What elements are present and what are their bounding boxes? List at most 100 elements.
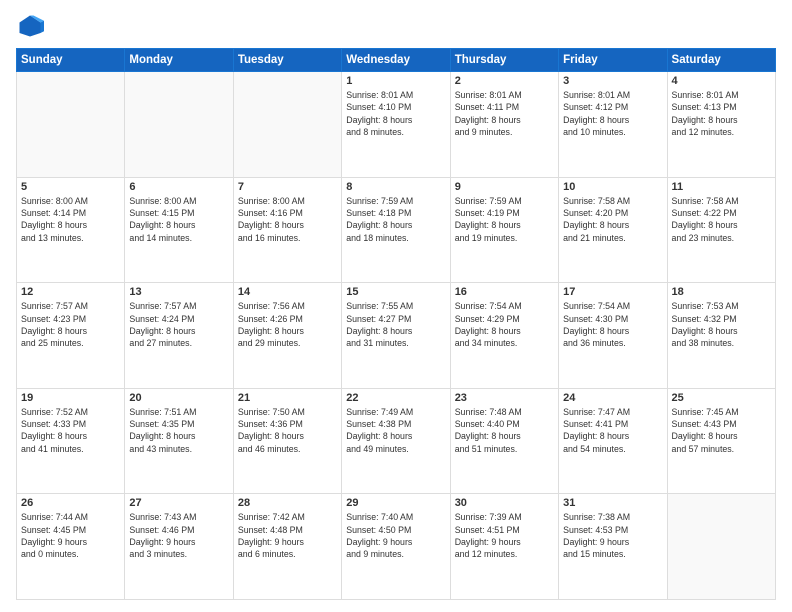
calendar-cell: 13 Sunrise: 7:57 AM Sunset: 4:24 PM Dayli… bbox=[125, 283, 233, 389]
cell-content: Sunrise: 7:47 AM Sunset: 4:41 PM Dayligh… bbox=[563, 406, 662, 455]
cell-content: Sunrise: 7:42 AM Sunset: 4:48 PM Dayligh… bbox=[238, 511, 337, 560]
calendar-cell: 25 Sunrise: 7:45 AM Sunset: 4:43 PM Dayli… bbox=[667, 388, 775, 494]
cell-content: Sunrise: 7:50 AM Sunset: 4:36 PM Dayligh… bbox=[238, 406, 337, 455]
calendar-cell: 9 Sunrise: 7:59 AM Sunset: 4:19 PM Daylig… bbox=[450, 177, 558, 283]
cell-content: Sunrise: 8:00 AM Sunset: 4:16 PM Dayligh… bbox=[238, 195, 337, 244]
header bbox=[16, 12, 776, 40]
calendar-cell: 21 Sunrise: 7:50 AM Sunset: 4:36 PM Dayli… bbox=[233, 388, 341, 494]
cell-content: Sunrise: 7:59 AM Sunset: 4:18 PM Dayligh… bbox=[346, 195, 445, 244]
cell-content: Sunrise: 7:45 AM Sunset: 4:43 PM Dayligh… bbox=[672, 406, 771, 455]
day-number: 22 bbox=[346, 392, 445, 404]
day-number: 9 bbox=[455, 181, 554, 193]
calendar-cell: 11 Sunrise: 7:58 AM Sunset: 4:22 PM Dayli… bbox=[667, 177, 775, 283]
cell-content: Sunrise: 7:48 AM Sunset: 4:40 PM Dayligh… bbox=[455, 406, 554, 455]
day-number: 20 bbox=[129, 392, 228, 404]
day-number: 25 bbox=[672, 392, 771, 404]
weekday-header: Friday bbox=[559, 49, 667, 72]
cell-content: Sunrise: 7:54 AM Sunset: 4:29 PM Dayligh… bbox=[455, 300, 554, 349]
day-number: 28 bbox=[238, 497, 337, 509]
calendar-cell: 8 Sunrise: 7:59 AM Sunset: 4:18 PM Daylig… bbox=[342, 177, 450, 283]
weekday-header: Sunday bbox=[17, 49, 125, 72]
day-number: 23 bbox=[455, 392, 554, 404]
cell-content: Sunrise: 7:39 AM Sunset: 4:51 PM Dayligh… bbox=[455, 511, 554, 560]
page: SundayMondayTuesdayWednesdayThursdayFrid… bbox=[0, 0, 792, 612]
day-number: 21 bbox=[238, 392, 337, 404]
calendar-cell: 16 Sunrise: 7:54 AM Sunset: 4:29 PM Dayli… bbox=[450, 283, 558, 389]
day-number: 16 bbox=[455, 286, 554, 298]
cell-content: Sunrise: 7:58 AM Sunset: 4:22 PM Dayligh… bbox=[672, 195, 771, 244]
cell-content: Sunrise: 7:56 AM Sunset: 4:26 PM Dayligh… bbox=[238, 300, 337, 349]
cell-content: Sunrise: 7:44 AM Sunset: 4:45 PM Dayligh… bbox=[21, 511, 120, 560]
cell-content: Sunrise: 7:51 AM Sunset: 4:35 PM Dayligh… bbox=[129, 406, 228, 455]
weekday-header: Monday bbox=[125, 49, 233, 72]
calendar-cell: 4 Sunrise: 8:01 AM Sunset: 4:13 PM Daylig… bbox=[667, 72, 775, 178]
cell-content: Sunrise: 7:40 AM Sunset: 4:50 PM Dayligh… bbox=[346, 511, 445, 560]
calendar-cell bbox=[667, 494, 775, 600]
calendar-cell: 6 Sunrise: 8:00 AM Sunset: 4:15 PM Daylig… bbox=[125, 177, 233, 283]
day-number: 30 bbox=[455, 497, 554, 509]
day-number: 15 bbox=[346, 286, 445, 298]
day-number: 27 bbox=[129, 497, 228, 509]
calendar-cell: 2 Sunrise: 8:01 AM Sunset: 4:11 PM Daylig… bbox=[450, 72, 558, 178]
cell-content: Sunrise: 7:38 AM Sunset: 4:53 PM Dayligh… bbox=[563, 511, 662, 560]
calendar-cell: 31Sunrise: 7:38 AM Sunset: 4:53 PM Dayli… bbox=[559, 494, 667, 600]
cell-content: Sunrise: 7:43 AM Sunset: 4:46 PM Dayligh… bbox=[129, 511, 228, 560]
calendar-week-row: 12Sunrise: 7:57 AM Sunset: 4:23 PM Dayli… bbox=[17, 283, 776, 389]
day-number: 4 bbox=[672, 75, 771, 87]
cell-content: Sunrise: 8:00 AM Sunset: 4:15 PM Dayligh… bbox=[129, 195, 228, 244]
calendar-cell: 20 Sunrise: 7:51 AM Sunset: 4:35 PM Dayli… bbox=[125, 388, 233, 494]
cell-content: Sunrise: 7:57 AM Sunset: 4:24 PM Dayligh… bbox=[129, 300, 228, 349]
day-number: 8 bbox=[346, 181, 445, 193]
logo-icon bbox=[16, 12, 44, 40]
calendar-header-row: SundayMondayTuesdayWednesdayThursdayFrid… bbox=[17, 49, 776, 72]
day-number: 26 bbox=[21, 497, 120, 509]
calendar-cell: 24 Sunrise: 7:47 AM Sunset: 4:41 PM Dayli… bbox=[559, 388, 667, 494]
calendar-cell: 23 Sunrise: 7:48 AM Sunset: 4:40 PM Dayli… bbox=[450, 388, 558, 494]
cell-content: Sunrise: 7:54 AM Sunset: 4:30 PM Dayligh… bbox=[563, 300, 662, 349]
cell-content: Sunrise: 7:49 AM Sunset: 4:38 PM Dayligh… bbox=[346, 406, 445, 455]
day-number: 24 bbox=[563, 392, 662, 404]
calendar-cell: 29 Sunrise: 7:40 AM Sunset: 4:50 PM Dayli… bbox=[342, 494, 450, 600]
day-number: 5 bbox=[21, 181, 120, 193]
cell-content: Sunrise: 8:00 AM Sunset: 4:14 PM Dayligh… bbox=[21, 195, 120, 244]
cell-content: Sunrise: 7:59 AM Sunset: 4:19 PM Dayligh… bbox=[455, 195, 554, 244]
cell-content: Sunrise: 8:01 AM Sunset: 4:11 PM Dayligh… bbox=[455, 89, 554, 138]
calendar-week-row: 26 Sunrise: 7:44 AM Sunset: 4:45 PM Dayli… bbox=[17, 494, 776, 600]
weekday-header: Tuesday bbox=[233, 49, 341, 72]
calendar-cell: 17Sunrise: 7:54 AM Sunset: 4:30 PM Dayli… bbox=[559, 283, 667, 389]
calendar-cell: 19Sunrise: 7:52 AM Sunset: 4:33 PM Dayli… bbox=[17, 388, 125, 494]
cell-content: Sunrise: 8:01 AM Sunset: 4:13 PM Dayligh… bbox=[672, 89, 771, 138]
calendar-table: SundayMondayTuesdayWednesdayThursdayFrid… bbox=[16, 48, 776, 600]
day-number: 11 bbox=[672, 181, 771, 193]
cell-content: Sunrise: 8:01 AM Sunset: 4:10 PM Dayligh… bbox=[346, 89, 445, 138]
day-number: 7 bbox=[238, 181, 337, 193]
calendar-week-row: 5 Sunrise: 8:00 AM Sunset: 4:14 PM Daylig… bbox=[17, 177, 776, 283]
cell-content: Sunrise: 7:57 AM Sunset: 4:23 PM Dayligh… bbox=[21, 300, 120, 349]
weekday-header: Saturday bbox=[667, 49, 775, 72]
day-number: 19 bbox=[21, 392, 120, 404]
day-number: 13 bbox=[129, 286, 228, 298]
cell-content: Sunrise: 7:58 AM Sunset: 4:20 PM Dayligh… bbox=[563, 195, 662, 244]
day-number: 6 bbox=[129, 181, 228, 193]
day-number: 29 bbox=[346, 497, 445, 509]
calendar-cell: 10 Sunrise: 7:58 AM Sunset: 4:20 PM Dayli… bbox=[559, 177, 667, 283]
day-number: 2 bbox=[455, 75, 554, 87]
calendar-cell: 27 Sunrise: 7:43 AM Sunset: 4:46 PM Dayli… bbox=[125, 494, 233, 600]
calendar-cell: 28 Sunrise: 7:42 AM Sunset: 4:48 PM Dayli… bbox=[233, 494, 341, 600]
day-number: 1 bbox=[346, 75, 445, 87]
day-number: 18 bbox=[672, 286, 771, 298]
calendar-cell: 1 Sunrise: 8:01 AM Sunset: 4:10 PM Daylig… bbox=[342, 72, 450, 178]
calendar-cell: 3 Sunrise: 8:01 AM Sunset: 4:12 PM Daylig… bbox=[559, 72, 667, 178]
cell-content: Sunrise: 7:55 AM Sunset: 4:27 PM Dayligh… bbox=[346, 300, 445, 349]
calendar-cell: 14 Sunrise: 7:56 AM Sunset: 4:26 PM Dayli… bbox=[233, 283, 341, 389]
day-number: 14 bbox=[238, 286, 337, 298]
day-number: 10 bbox=[563, 181, 662, 193]
calendar-cell bbox=[17, 72, 125, 178]
cell-content: Sunrise: 8:01 AM Sunset: 4:12 PM Dayligh… bbox=[563, 89, 662, 138]
calendar-cell bbox=[125, 72, 233, 178]
calendar-cell: 26 Sunrise: 7:44 AM Sunset: 4:45 PM Dayli… bbox=[17, 494, 125, 600]
day-number: 3 bbox=[563, 75, 662, 87]
calendar-cell: 5 Sunrise: 8:00 AM Sunset: 4:14 PM Daylig… bbox=[17, 177, 125, 283]
calendar-cell bbox=[233, 72, 341, 178]
weekday-header: Wednesday bbox=[342, 49, 450, 72]
